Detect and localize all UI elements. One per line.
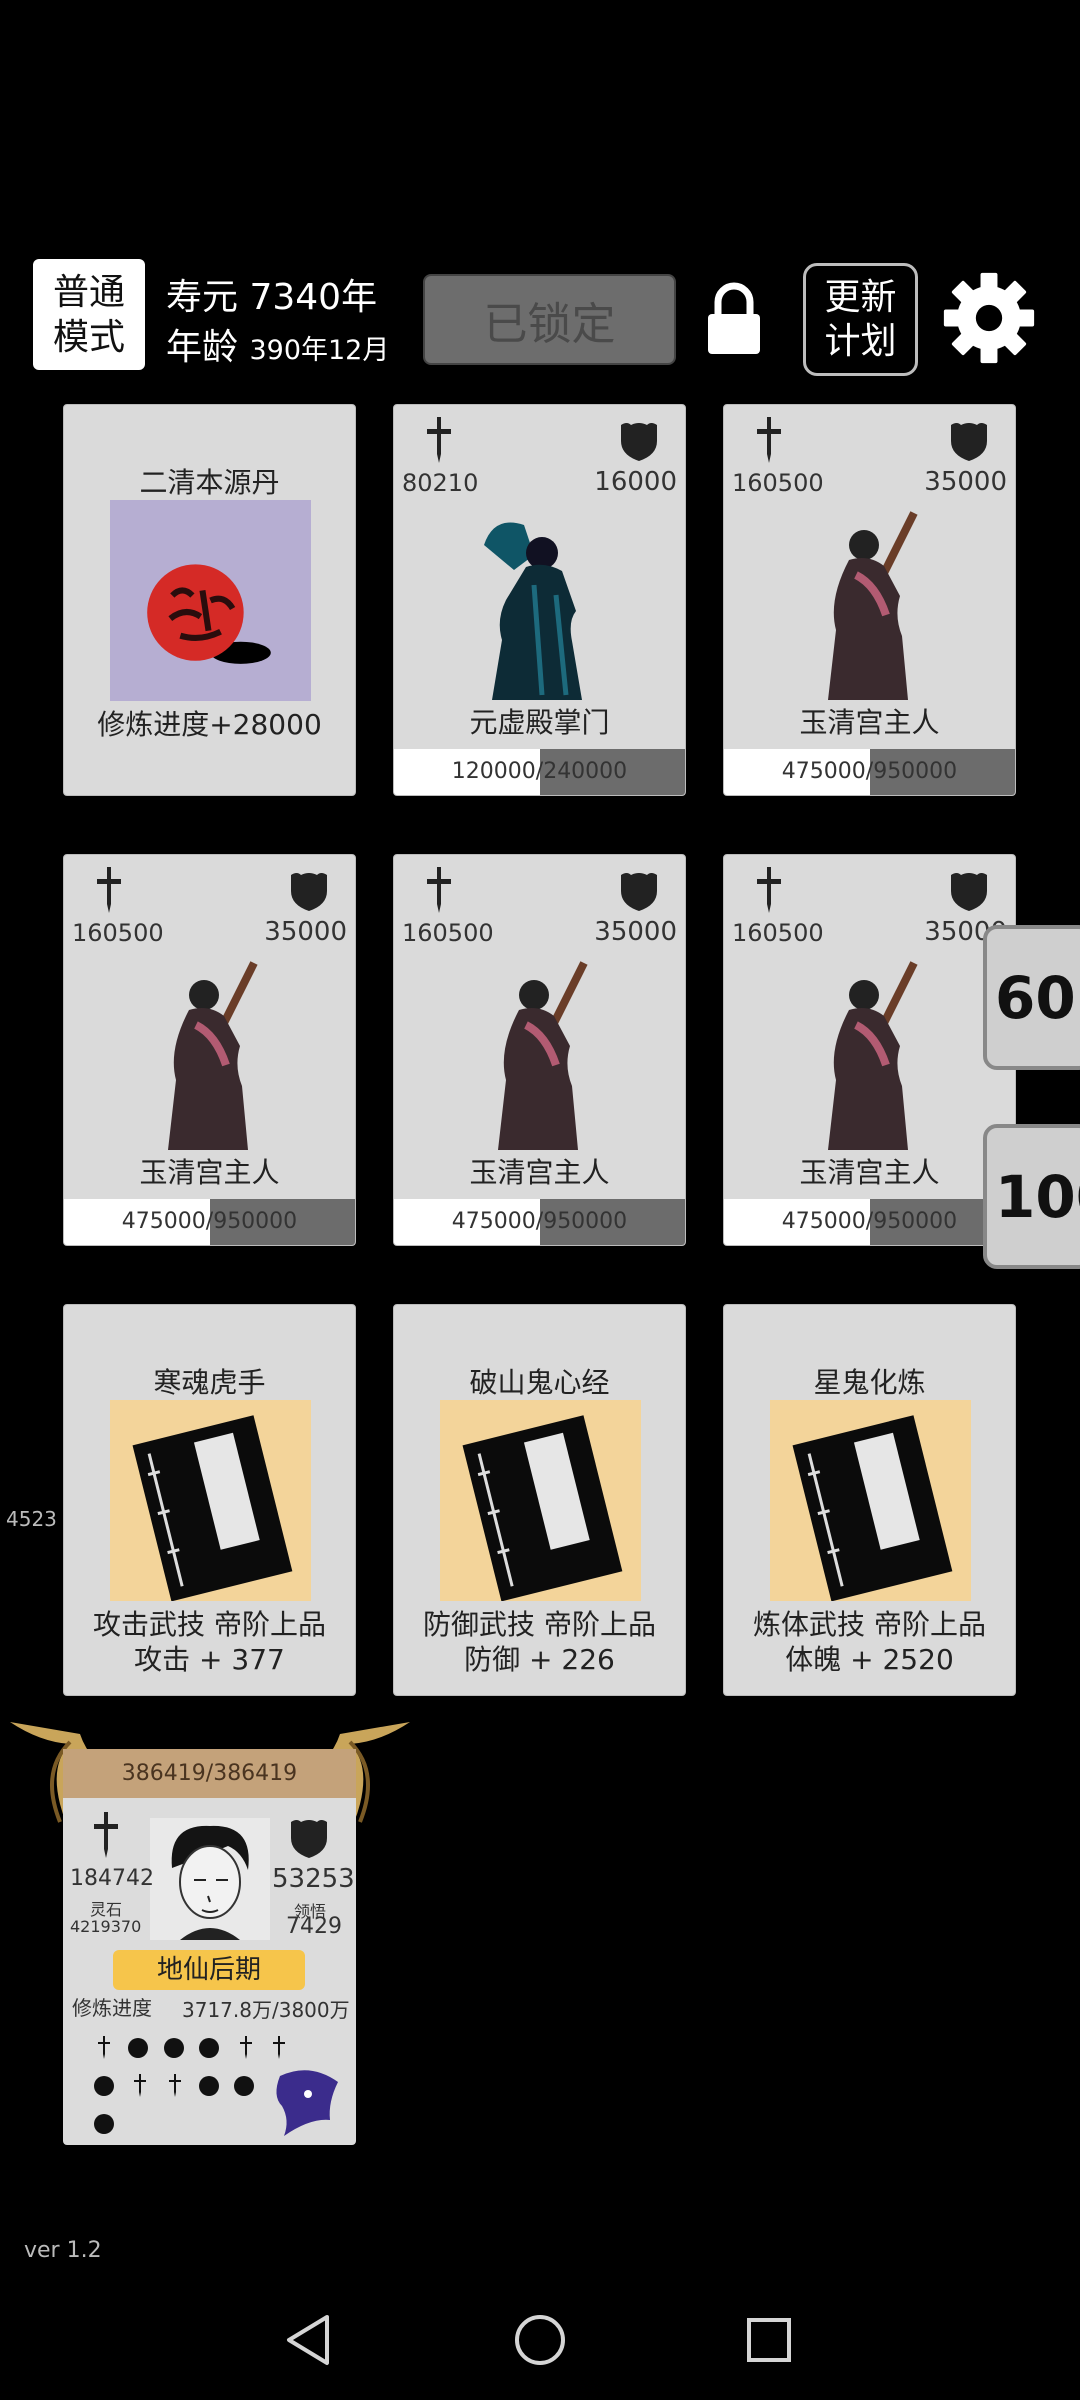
book-type: 炼体武技 帝阶上品 — [753, 1608, 986, 1641]
sword-icon — [94, 1812, 118, 1858]
home-icon[interactable] — [513, 2313, 567, 2367]
book-icon — [110, 1400, 311, 1601]
age: 年龄 390年12月 — [166, 318, 389, 370]
mode-button[interactable]: 普通 模式 — [33, 259, 145, 370]
enemy-hp-text: 475000/950000 — [451, 1209, 628, 1234]
pill-seal-icon — [110, 500, 311, 701]
enemy-portrait — [498, 961, 588, 1150]
skill-book-card[interactable]: 寒魂虎手 攻击武技 帝阶上品 攻击 + 377 — [63, 1304, 356, 1696]
shield-icon — [951, 423, 987, 461]
sword-icon — [427, 867, 451, 913]
shield-icon — [291, 1820, 327, 1858]
progress-label: 修炼进度 — [72, 1996, 152, 2020]
update-plan-button[interactable]: 更新 计划 — [803, 263, 918, 376]
book-bonus: 体魄 + 2520 — [785, 1643, 954, 1676]
enemy-name: 玉清宫主人 — [139, 1156, 280, 1189]
plan-label-line2: 计划 — [824, 320, 897, 362]
shield-icon — [951, 873, 987, 911]
enemy-attack: 80210 — [402, 469, 479, 497]
enemy-defense: 35000 — [594, 917, 677, 947]
enemy-portrait — [828, 961, 918, 1150]
enemy-attack: 160500 — [72, 919, 164, 947]
enemy-attack: 160500 — [732, 919, 824, 947]
progress-value: 3717.8万/3800万 — [182, 1998, 350, 2022]
enemy-attack: 160500 — [402, 919, 494, 947]
enemy-defense: 35000 — [924, 467, 1007, 497]
book-bonus: 攻击 + 377 — [134, 1643, 285, 1676]
book-title: 破山鬼心经 — [469, 1366, 610, 1399]
enemy-attack: 160500 — [732, 469, 824, 497]
enemy-portrait — [484, 522, 582, 700]
sword-icon — [97, 867, 121, 913]
skill-book-card[interactable]: 星鬼化炼 炼体武技 帝阶上品 体魄 + 2520 — [723, 1304, 1016, 1696]
enemy-hp-text: 120000/240000 — [451, 759, 628, 784]
enemy-name: 玉清宫主人 — [469, 1156, 610, 1189]
mode-label-line2: 模式 — [52, 316, 125, 358]
enemy-hp-bar: 475000/950000 — [724, 749, 1015, 795]
book-icon — [440, 1400, 641, 1601]
enemy-hp-bar: 475000/950000 — [394, 1199, 685, 1245]
book-icon — [770, 1400, 971, 1601]
version-label: ver 1.2 — [24, 2238, 102, 2263]
plan-label-line1: 更新 — [824, 276, 897, 318]
recent-apps-icon[interactable] — [745, 2316, 793, 2364]
enemy-card[interactable]: 160500 35000 玉清宫主人 475000/950000 — [723, 404, 1016, 796]
enemy-hp-bar: 120000/240000 — [394, 749, 685, 795]
enemy-hp-text: 475000/950000 — [781, 759, 958, 784]
enemy-defense: 16000 — [594, 467, 677, 497]
locked-button[interactable]: 已锁定 — [423, 274, 676, 365]
mode-label-line1: 普通 — [52, 271, 125, 313]
book-title: 星鬼化炼 — [813, 1366, 926, 1399]
book-title: 寒魂虎手 — [153, 1366, 266, 1399]
player-hp: 386419/386419 — [63, 1749, 356, 1798]
sword-icon — [427, 417, 451, 463]
enemy-name: 玉清宫主人 — [799, 1156, 940, 1189]
back-icon[interactable] — [283, 2313, 333, 2367]
player-attack: 184742 — [70, 1866, 154, 1891]
enemy-defense: 35000 — [264, 917, 347, 947]
enemy-card[interactable]: 160500 35000 玉清宫主人 475000/950000 — [393, 854, 686, 1246]
realm-badge: 地仙后期 — [113, 1950, 305, 1990]
shield-icon — [621, 423, 657, 461]
enemy-hp-bar: 475000/950000 — [724, 1199, 1015, 1245]
side-counter: 4523 — [6, 1507, 57, 1531]
speed-100-button[interactable]: 100 — [983, 1124, 1080, 1269]
item-name: 二清本源丹 — [139, 466, 280, 499]
equipment-slots — [94, 2036, 338, 2136]
lock-icon[interactable] — [706, 282, 762, 356]
enemy-card[interactable]: 160500 35000 玉清宫主人 475000/950000 — [723, 854, 1016, 1246]
insight-value: 7429 — [286, 1914, 342, 1939]
gear-icon[interactable] — [942, 271, 1036, 365]
enemy-portrait — [168, 961, 258, 1150]
enemy-hp-text: 475000/950000 — [121, 1209, 298, 1234]
player-defense: 53253 — [272, 1864, 355, 1894]
sword-icon — [757, 417, 781, 463]
lifespan-value: 7340年 — [249, 277, 378, 318]
lifespan-label: 寿元 — [166, 277, 239, 318]
enemy-hp-bar: 475000/950000 — [64, 1199, 355, 1245]
enemy-hp-text: 475000/950000 — [781, 1209, 958, 1234]
book-type: 防御武技 帝阶上品 — [423, 1608, 656, 1641]
age-label: 年龄 — [166, 327, 239, 368]
shield-icon — [291, 873, 327, 911]
book-bonus: 防御 + 226 — [464, 1643, 615, 1676]
player-avatar — [150, 1818, 270, 1940]
item-card[interactable]: 二清本源丹 修炼进度+28000 — [63, 404, 356, 796]
enemy-name: 元虚殿掌门 — [469, 706, 610, 739]
skill-book-card[interactable]: 破山鬼心经 防御武技 帝阶上品 防御 + 226 — [393, 1304, 686, 1696]
enemy-card[interactable]: 80210 16000 元虚殿掌门 120000/240000 — [393, 404, 686, 796]
sword-icon — [757, 867, 781, 913]
speed-60-button[interactable]: 60 — [983, 925, 1080, 1070]
avatar-face — [171, 1825, 249, 1940]
enemy-portrait — [828, 511, 918, 700]
stone-value: 4219370 — [70, 1917, 142, 1936]
lifespan: 寿元 7340年 — [166, 268, 377, 320]
shield-icon — [621, 873, 657, 911]
item-effect: 修炼进度+28000 — [97, 708, 322, 741]
book-type: 攻击武技 帝阶上品 — [93, 1608, 326, 1641]
age-value: 390年12月 — [249, 335, 390, 366]
enemy-card[interactable]: 160500 35000 玉清宫主人 475000/950000 — [63, 854, 356, 1246]
enemy-name: 玉清宫主人 — [799, 706, 940, 739]
